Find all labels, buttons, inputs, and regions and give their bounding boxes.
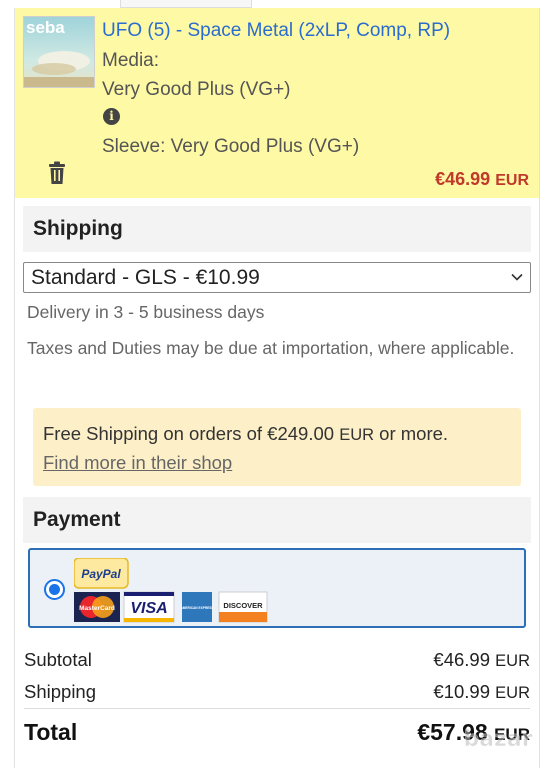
subtotal-label: Subtotal <box>24 649 92 670</box>
shipping-method-select[interactable]: Standard - GLS - €10.99 <box>23 262 531 293</box>
mastercard-logo: MasterCard <box>74 592 120 622</box>
discover-logo: DISCOVER <box>218 591 268 623</box>
subtotal-value: €46.99 <box>433 649 491 670</box>
item-title-link[interactable]: UFO (5) - Space Metal (2xLP, Comp, RP) <box>102 20 450 42</box>
cart-item: seba UFO (5) - Space Metal (2xLP, Comp, … <box>15 8 539 198</box>
chevron-down-icon <box>511 273 523 281</box>
payment-option-paypal[interactable]: PayPal MasterCard VISA AMERICAN EXPRESS … <box>28 548 526 628</box>
payment-heading: Payment <box>33 508 121 531</box>
top-strip <box>0 0 554 8</box>
free-shipping-text: Free Shipping on orders of €249.00 <box>43 423 335 444</box>
payment-logos: PayPal MasterCard VISA AMERICAN EXPRESS … <box>74 558 268 623</box>
item-price-amount: €46.99 <box>435 169 491 189</box>
album-thumbnail[interactable]: seba <box>23 16 95 88</box>
free-shipping-notice: Free Shipping on orders of €249.00 EUR o… <box>33 408 521 486</box>
free-shipping-line: Free Shipping on orders of €249.00 EUR o… <box>43 423 448 445</box>
shop-link[interactable]: Find more in their shop <box>43 452 232 474</box>
paypal-logo: PayPal <box>74 558 129 589</box>
amex-logo: AMERICAN EXPRESS <box>180 592 214 622</box>
thumbnail-text: seba <box>26 18 65 37</box>
delivery-estimate: Delivery in 3 - 5 business days <box>27 302 265 322</box>
shipping-heading: Shipping <box>33 217 123 240</box>
shipping-cost-currency: EUR <box>495 684 530 702</box>
shipping-cost-amount: €10.99 EUR <box>433 681 530 703</box>
visa-logo: VISA <box>123 591 175 623</box>
total-label: Total <box>24 719 78 745</box>
trash-icon[interactable] <box>47 161 67 185</box>
media-condition: Very Good Plus (VG+) <box>102 79 291 100</box>
watermark-logo: bazar <box>463 727 533 753</box>
taxes-note: Taxes and Duties may be due at importati… <box>27 338 515 358</box>
discover-logo-text: DISCOVER <box>223 601 263 610</box>
media-label: Media: <box>102 50 160 71</box>
mastercard-logo-text: MasterCard <box>79 605 115 612</box>
info-icon[interactable]: i <box>103 108 120 125</box>
payment-radio[interactable] <box>44 579 65 600</box>
item-price-currency: EUR <box>495 172 529 189</box>
free-shipping-currency: EUR <box>339 426 375 444</box>
subtotal-currency: EUR <box>495 652 530 670</box>
shipping-cost-value: €10.99 <box>433 681 491 702</box>
visa-logo-text: VISA <box>130 600 167 617</box>
shipping-header: Shipping <box>23 206 531 252</box>
paypal-logo-text: PayPal <box>81 567 121 581</box>
shipping-cost-label: Shipping <box>24 681 97 702</box>
amex-logo-text: AMERICAN EXPRESS <box>180 606 213 610</box>
subtotal-amount: €46.99 EUR <box>433 649 530 671</box>
top-tab <box>120 0 252 8</box>
summary-divider <box>24 708 530 709</box>
free-shipping-suffix: or more. <box>374 423 449 444</box>
sleeve-condition: Sleeve: Very Good Plus (VG+) <box>102 136 360 157</box>
watermark-text: bazar <box>463 727 532 752</box>
shipping-method-value: Standard - GLS - €10.99 <box>31 266 260 289</box>
item-price: €46.99 EUR <box>435 169 529 190</box>
payment-header: Payment <box>23 497 531 543</box>
